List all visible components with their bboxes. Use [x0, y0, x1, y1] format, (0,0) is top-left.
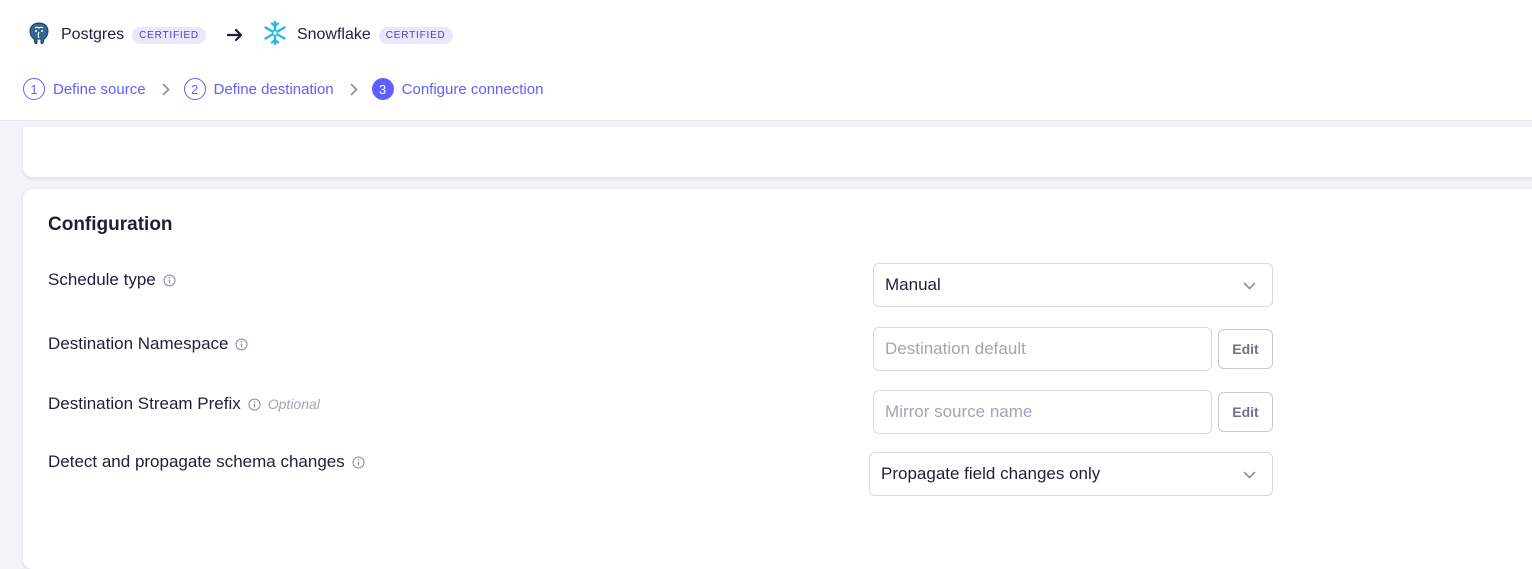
- step-define-source[interactable]: 1 Define source: [23, 78, 146, 100]
- chevron-down-icon: [1243, 464, 1256, 484]
- label-text: Detect and propagate schema changes: [48, 452, 345, 471]
- label-text: Schedule type: [48, 270, 156, 289]
- label-text: Destination Namespace: [48, 334, 229, 353]
- arrow-right-icon: [226, 28, 244, 42]
- select-value: Propagate field changes only: [881, 464, 1101, 483]
- connector-pair: Postgres CERTIFIED Snowflake CERTIFIED: [26, 20, 453, 51]
- source-certified-badge: CERTIFIED: [132, 26, 206, 44]
- schedule-type-select[interactable]: Manual: [873, 263, 1273, 307]
- connection-header: Postgres CERTIFIED Snowflake CERTIFIED 1…: [0, 0, 1532, 121]
- destination-connector: Snowflake CERTIFIED: [262, 20, 453, 51]
- step-number: 2: [183, 78, 206, 100]
- schedule-type-label: Schedule type: [48, 270, 176, 290]
- chevron-right-icon: [350, 83, 358, 96]
- stepper: 1 Define source 2 Define destination 3 C…: [23, 76, 543, 102]
- destination-namespace-edit-button[interactable]: Edit: [1218, 329, 1273, 369]
- destination-namespace-label: Destination Namespace: [48, 334, 248, 354]
- postgres-elephant-icon: [26, 20, 52, 51]
- destination-name: Snowflake: [296, 26, 371, 43]
- step-number: 3: [371, 78, 394, 100]
- schema-changes-label: Detect and propagate schema changes: [48, 452, 365, 472]
- step-define-destination[interactable]: 2 Define destination: [183, 78, 334, 100]
- step-number: 1: [23, 78, 45, 100]
- optional-tag: Optional: [267, 396, 320, 412]
- snowflake-icon: [262, 20, 288, 51]
- stream-prefix-edit-button[interactable]: Edit: [1218, 392, 1273, 432]
- previous-section-card: [23, 127, 1532, 177]
- source-connector: Postgres CERTIFIED: [26, 20, 206, 51]
- info-icon[interactable]: [248, 398, 261, 411]
- destination-namespace-input[interactable]: [873, 327, 1212, 371]
- stream-prefix-input[interactable]: [873, 390, 1212, 434]
- configuration-title: Configuration: [48, 214, 173, 235]
- chevron-right-icon: [162, 83, 170, 96]
- label-text: Destination Stream Prefix: [48, 394, 241, 413]
- info-icon[interactable]: [352, 456, 365, 469]
- stream-prefix-label: Destination Stream Prefix Optional: [48, 394, 320, 414]
- step-label: Define source: [53, 80, 146, 98]
- step-configure-connection[interactable]: 3 Configure connection: [371, 78, 544, 100]
- info-icon[interactable]: [163, 274, 176, 287]
- chevron-down-icon: [1243, 275, 1256, 295]
- step-label: Configure connection: [401, 80, 544, 98]
- schema-changes-select[interactable]: Propagate field changes only: [869, 452, 1273, 496]
- select-value: Manual: [885, 275, 941, 294]
- info-icon[interactable]: [235, 338, 248, 351]
- configuration-card: [23, 189, 1532, 569]
- step-label: Define destination: [213, 80, 334, 98]
- destination-certified-badge: CERTIFIED: [378, 26, 453, 44]
- source-name: Postgres: [61, 26, 125, 43]
